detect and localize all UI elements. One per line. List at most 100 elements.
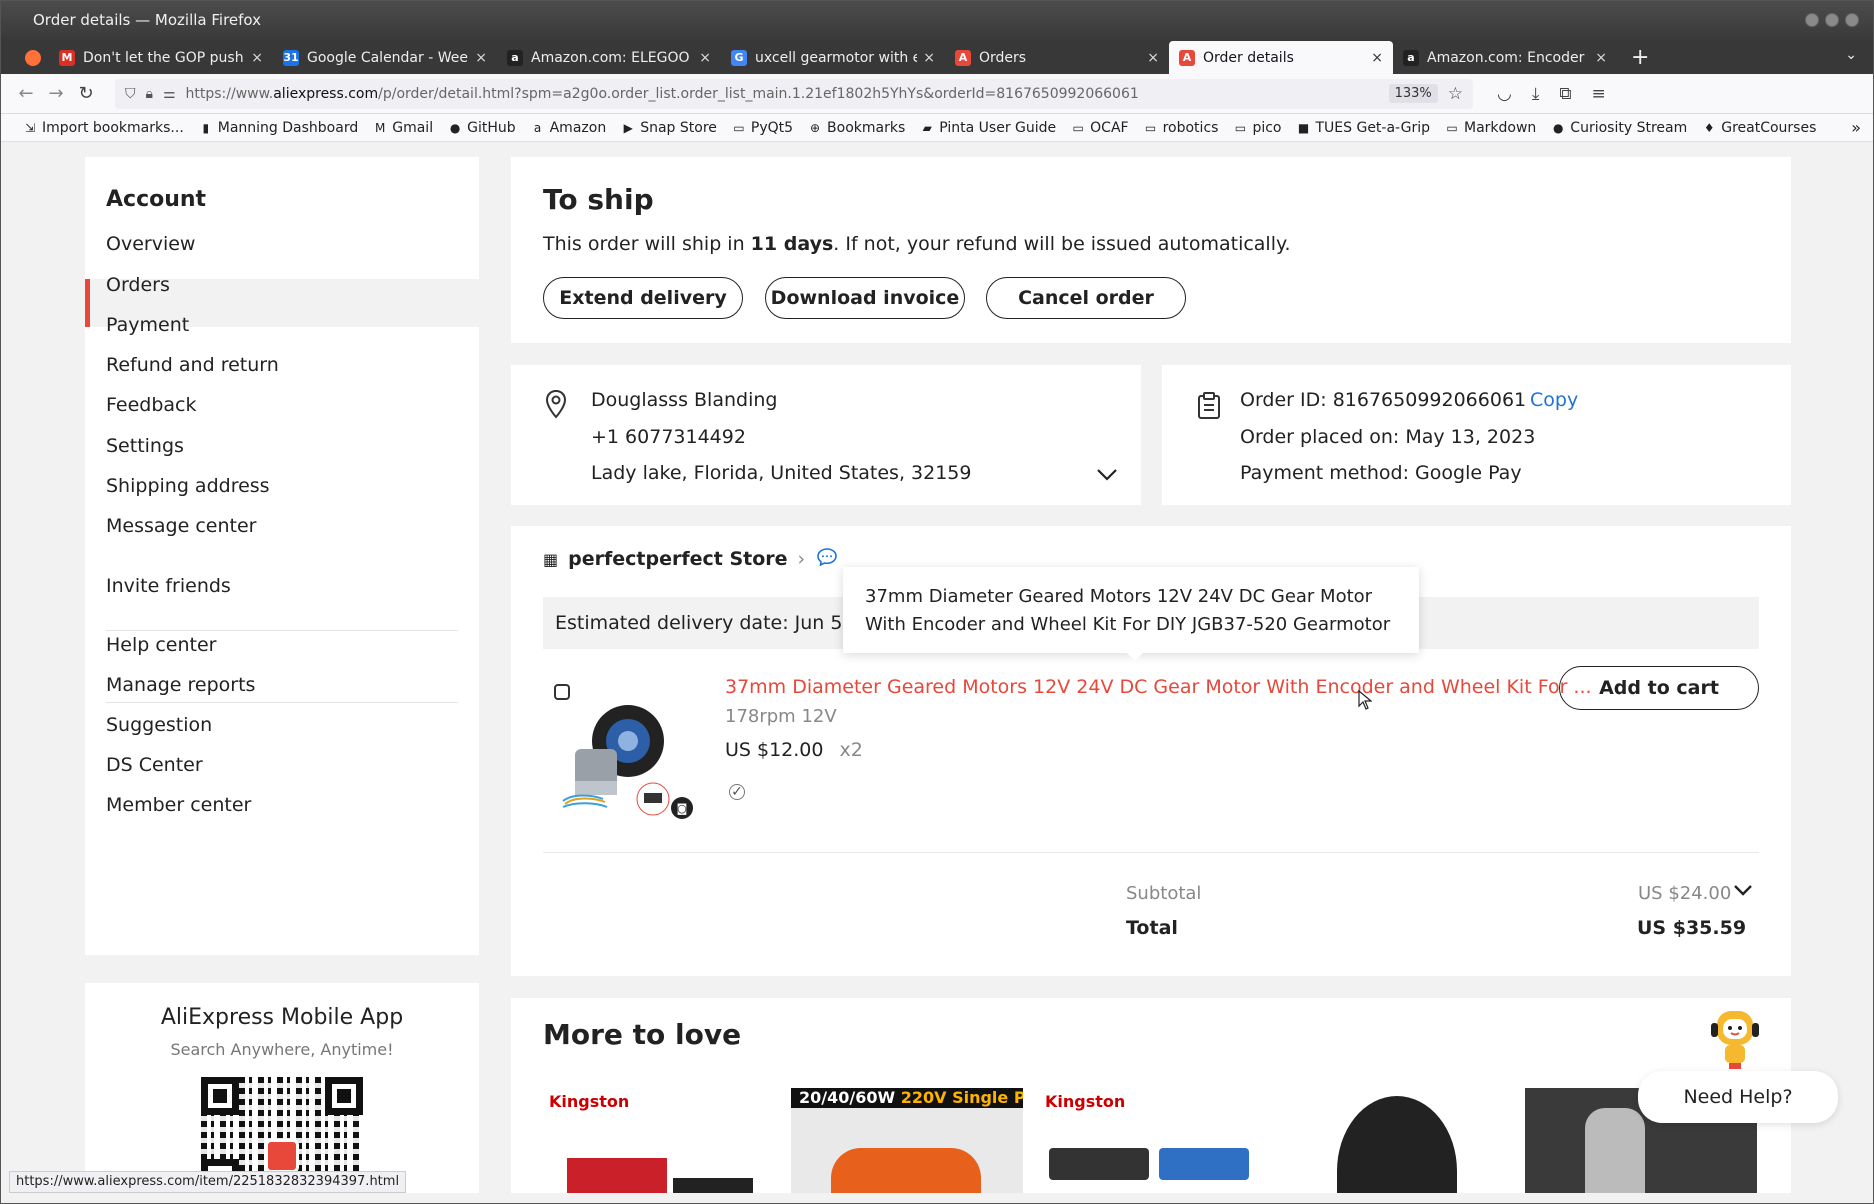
recommended-product[interactable]: Kingston [543,1088,775,1193]
permissions-icon[interactable]: ⚌ [163,86,176,102]
store-link[interactable]: ▦ perfectperfect Store › [543,548,805,570]
sidebar-item-suggestion[interactable]: Suggestion [106,714,212,736]
close-tab-icon[interactable]: × [251,50,263,66]
bookmark-item[interactable]: M Gmail [373,120,433,136]
close-tab-icon[interactable]: × [699,50,711,66]
url-bar[interactable]: ⛉ 🔒︎ ⚌ https://www.aliexpress.com/p/orde… [115,78,1473,109]
copy-order-id-link[interactable]: Copy [1530,389,1578,411]
tab-2[interactable]: a Amazon.com: ELEGOO Tu × [497,41,721,74]
bookmark-item[interactable]: ▭ pico [1233,120,1282,136]
forward-icon[interactable]: → [41,79,71,109]
bookmark-item[interactable]: ♦ GreatCourses [1702,120,1817,136]
sidebar-item-payment[interactable]: Payment [106,314,189,336]
sidebar-item-member-center[interactable]: Member center [106,794,251,816]
close-tab-icon[interactable]: × [475,50,487,66]
close-window-button[interactable] [1845,13,1859,27]
reload-icon[interactable]: ↻ [71,79,101,109]
bookmark-item[interactable]: ▭ robotics [1144,120,1219,136]
bookmarks-toolbar: ⇲ Import bookmarks... ▮ Manning Dashboard M G… [1,114,1873,142]
tab-0[interactable]: M Don't let the GOP push m × [49,41,273,74]
tab-3[interactable]: Guxcell gearmotor with en × [721,41,945,74]
need-help-button[interactable]: Need Help? [1638,1071,1838,1123]
firefox-menu-tab[interactable] [19,41,49,74]
aliexpress-logo [265,1139,299,1173]
bookmark-item[interactable]: ⇲ Import bookmarks... [23,120,184,136]
bookmark-item[interactable]: ▰ Pinta User Guide [920,120,1057,136]
bookmark-star-icon[interactable]: ☆ [1448,84,1463,104]
bookmark-item[interactable]: ▶ Snap Store [621,120,717,136]
sidebar-item-orders[interactable]: Orders [106,274,170,296]
extend-delivery-button[interactable]: Extend delivery [543,277,743,319]
order-info-card: Order ID: 8167650992066061 Copy Order pl… [1162,365,1791,505]
camera-icon[interactable]: ◙ [671,797,693,819]
recommended-product[interactable]: 20/40/60W 220V Single Phase [791,1088,1023,1193]
aliexpress-icon: A [1179,49,1195,66]
tab-label: uxcell gearmotor with en [755,49,918,66]
sidebar-item-feedback[interactable]: Feedback [106,394,196,416]
bookmark-item[interactable]: ▮ Manning Dashboard [199,120,358,136]
product-image[interactable]: ◙ [543,671,693,821]
sidebar-item-ds-center[interactable]: DS Center [106,754,203,776]
chevron-down-icon[interactable] [1095,463,1119,487]
sidebar-item-manage-reports[interactable]: Manage reports [106,674,255,696]
recommended-product[interactable] [1287,1088,1519,1193]
bookmark-item[interactable]: ▭ PyQt5 [732,120,793,136]
window-controls [1805,13,1859,27]
sidebar-divider [106,702,458,703]
protection-shield-icon[interactable]: ✓ [729,784,745,800]
cancel-order-button[interactable]: Cancel order [986,277,1186,319]
close-tab-icon[interactable]: × [1147,50,1159,66]
close-tab-icon[interactable]: × [923,50,935,66]
download-invoice-button[interactable]: Download invoice [765,277,965,319]
shield-icon[interactable]: ⛉ [125,86,136,102]
tab-4[interactable]: A Orders × [945,41,1169,74]
extensions-icon[interactable]: ⧉ [1559,84,1571,104]
product-banner: 20/40/60W 220V Single Phase [791,1088,1023,1108]
folder-icon: ▭ [1446,120,1458,135]
menu-icon[interactable]: ≡ [1592,84,1606,104]
sidebar-item-invite-friends[interactable]: Invite friends [106,575,231,597]
lock-icon[interactable]: 🔒︎ [146,86,153,102]
bookmark-item[interactable]: ● GitHub [448,120,516,136]
bookmark-item[interactable]: ● Curiosity Stream [1551,120,1687,136]
tab-6[interactable]: a Amazon.com: Encoder Mo × [1393,41,1617,74]
back-icon[interactable]: ← [11,79,41,109]
sidebar-item-overview[interactable]: Overview [106,233,195,255]
assistant-mascot-icon[interactable] [1707,1005,1763,1069]
list-all-tabs-icon[interactable]: ⌄ [1845,47,1857,63]
zoom-level[interactable]: 133% [1388,84,1438,103]
recommended-product[interactable]: Kingston [1039,1088,1271,1193]
bookmark-item[interactable]: ■ TUES Get-a-Grip [1296,120,1430,136]
mobile-app-card: AliExpress Mobile App Search Anywhere, A… [85,983,479,1193]
close-tab-icon[interactable]: × [1595,50,1607,66]
more-to-love-section: More to love Kingston 20/40/60W 220V Sin… [511,998,1791,1193]
url-text[interactable]: https://www.aliexpress.com/p/order/detai… [186,86,1389,102]
chat-icon[interactable] [817,548,837,571]
more-bookmarks-icon[interactable]: » [1851,118,1861,137]
tab-5[interactable]: A Order details × [1169,41,1393,74]
bookmark-item[interactable]: a Amazon [531,120,606,136]
sidebar-item-help-center[interactable]: Help center [106,634,216,656]
downloads-icon[interactable]: ⤓ [1532,84,1540,104]
product-title-link[interactable]: 37mm Diameter Geared Motors 12V 24V DC G… [725,676,1592,698]
divider [543,852,1759,853]
bookmark-item[interactable]: ▭ Markdown [1445,120,1536,136]
calendar-icon: 31 [283,49,299,66]
sidebar-item-settings[interactable]: Settings [106,435,184,457]
bookmark-item[interactable]: ⊕ Bookmarks [808,120,905,136]
bookmark-label: TUES Get-a-Grip [1315,119,1430,136]
new-tab-button[interactable]: + [1631,41,1649,74]
add-to-cart-button[interactable]: Add to cart [1559,666,1759,710]
sidebar-item-refund-and-return[interactable]: Refund and return [106,354,279,376]
minimize-button[interactable] [1805,13,1819,27]
pocket-icon[interactable]: ◡ [1497,84,1512,104]
tab-1[interactable]: 31 Google Calendar - Week o × [273,41,497,74]
clipboard-icon [1196,391,1222,421]
maximize-button[interactable] [1825,13,1839,27]
sidebar-item-message-center[interactable]: Message center [106,515,256,537]
status-heading: To ship [543,183,654,216]
sidebar-item-shipping-address[interactable]: Shipping address [106,475,270,497]
chevron-down-icon[interactable] [1733,881,1753,902]
close-tab-icon[interactable]: × [1371,50,1383,66]
bookmark-item[interactable]: ▭ OCAF [1071,120,1128,136]
